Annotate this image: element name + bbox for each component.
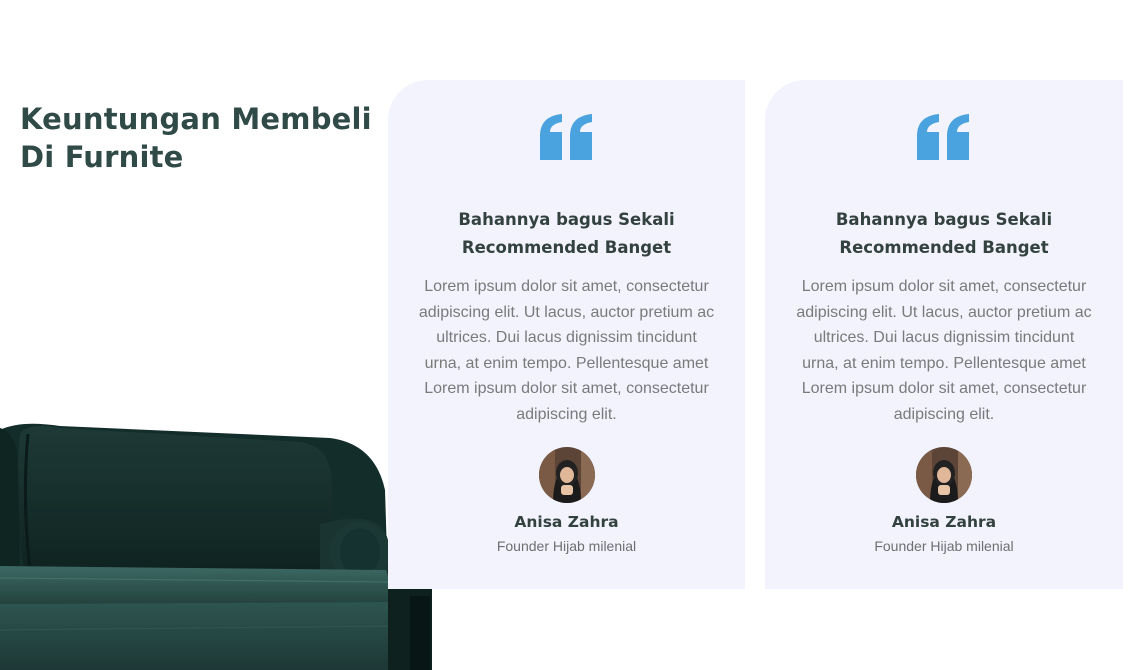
user-photo-icon — [538, 447, 595, 503]
section-title: Keuntungan Membeli Di Furnite — [20, 102, 372, 174]
testimonial-body: Lorem ipsum dolor sit amet, consectetur … — [418, 278, 715, 423]
testimonial-card: Bahannya bagus Sekali Recommended Banget… — [388, 80, 745, 589]
testimonial-card: Bahannya bagus Sekali Recommended Banget… — [765, 80, 1123, 589]
quote-icon — [539, 114, 592, 160]
user-photo-icon — [916, 447, 972, 503]
benefits-section: Keuntungan Membeli Di Furnite Bahannya b… — [0, 0, 1133, 670]
author-role: Founder Hijab milenial — [496, 538, 637, 554]
avatar — [916, 447, 972, 503]
author-role: Founder Hijab milenial — [874, 538, 1014, 554]
avatar — [538, 447, 595, 503]
quote-icon — [917, 114, 969, 160]
testimonial-headline: Bahannya bagus Sekali Recommended Banget — [835, 210, 1053, 257]
author-name: Anisa Zahra — [891, 513, 997, 531]
sofa-image — [0, 423, 432, 670]
author-name: Anisa Zahra — [514, 513, 619, 531]
testimonial-headline: Bahannya bagus Sekali Recommended Banget — [458, 210, 675, 257]
testimonial-body: Lorem ipsum dolor sit amet, consectetur … — [796, 278, 1092, 423]
